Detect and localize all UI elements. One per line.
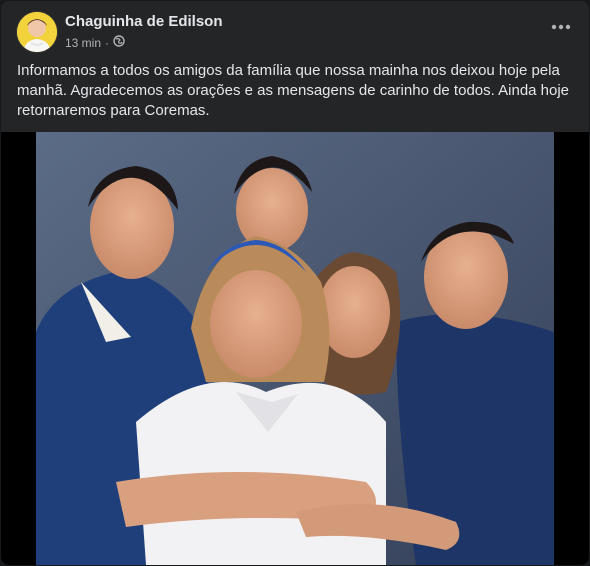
post-photo-container[interactable] [1,132,589,565]
globe-icon[interactable] [113,35,125,50]
post-header: Chaguinha de Edilson 13 min · [1,1,589,57]
post-time[interactable]: 13 min [65,36,101,50]
post-meta: 13 min · [65,35,125,50]
avatar-image [17,12,57,52]
meta-separator: · [105,35,110,50]
post-text: Informamos a todos os amigos da família … [17,62,570,119]
author-name[interactable]: Chaguinha de Edilson [65,13,223,30]
author-avatar[interactable] [17,12,57,52]
more-options-icon [551,24,571,30]
more-options-button[interactable] [547,17,575,37]
post-photo[interactable] [36,132,554,565]
family-photo [36,132,554,565]
post-card: Chaguinha de Edilson 13 min · Informamos… [1,1,589,565]
